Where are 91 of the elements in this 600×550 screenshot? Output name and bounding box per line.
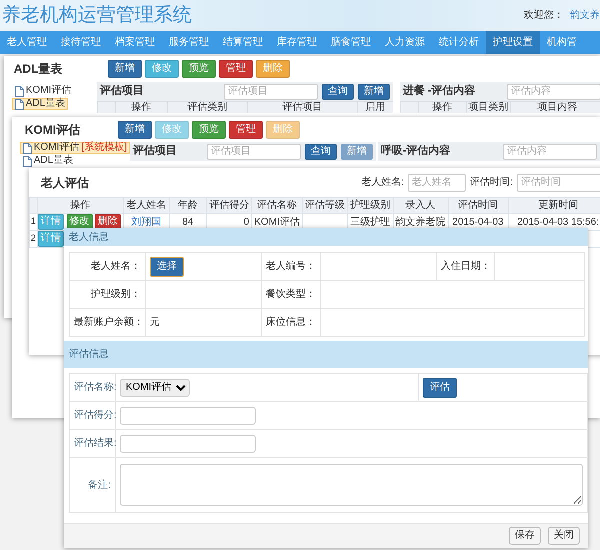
field-label: 最新账户余额： (70, 308, 146, 336)
dialog-button[interactable]: 关闭 (548, 527, 580, 545)
filter-label: 评估时间: (470, 176, 513, 190)
column-header: 操作 (38, 198, 124, 214)
select-button[interactable]: 选择 (150, 256, 184, 276)
column-header: 评估等级 (302, 198, 348, 214)
welcome-label: 欢迎您： (524, 8, 564, 23)
toolbar-button[interactable]: 新增 (118, 120, 152, 138)
column-header: 录入人 (393, 198, 448, 214)
nav-tab[interactable]: 人力资源 (378, 31, 432, 54)
nav-tab[interactable]: 接待管理 (54, 31, 108, 54)
tree-label: KOMI评估 (34, 143, 80, 153)
dialog-button[interactable]: 保存 (509, 527, 541, 545)
tree-item[interactable]: KOMI评估 (12, 85, 75, 97)
column-header: 年龄 (169, 198, 207, 214)
field-label: 护理级别： (70, 280, 146, 308)
field-label: 评估名称: (70, 374, 116, 402)
column-header: 评估类别 (167, 102, 247, 113)
action-button[interactable]: 新增 (358, 84, 390, 100)
document-icon (23, 142, 32, 154)
tree-label: KOMI评估 (26, 86, 72, 96)
nav-tab[interactable]: 护理设置 (486, 31, 540, 54)
column-header: 评估名称 (252, 198, 302, 214)
column-header: 护理级别 (347, 198, 394, 214)
row-action-button[interactable]: 详情 (38, 214, 64, 230)
section-title: 评估项目 (100, 84, 144, 100)
panel-title: KOMI评估 (25, 122, 82, 138)
column-header: 操作 (418, 102, 466, 113)
filter-label: 老人姓名: (361, 176, 404, 190)
toolbar-button[interactable]: 新增 (108, 60, 142, 78)
row-action-button[interactable]: 详情 (38, 231, 64, 247)
search-field[interactable]: 评估项目 (207, 144, 301, 160)
tree-item[interactable]: KOMI评估 [系統模板] (20, 142, 130, 154)
toolbar-button[interactable]: 删除 (256, 60, 290, 78)
document-icon (15, 98, 24, 110)
nav-tab[interactable]: 库存管理 (270, 31, 324, 54)
field-label: 老人编号： (262, 252, 320, 280)
toolbar-button[interactable]: 管理 (219, 60, 253, 78)
action-button[interactable]: 查询 (305, 144, 337, 160)
document-icon (15, 86, 24, 96)
nav-tab[interactable]: 档案管理 (108, 31, 162, 54)
action-button[interactable]: 查询 (322, 84, 354, 100)
column-header: 项目类别 (466, 102, 510, 113)
column-header: 评估时间 (448, 198, 508, 214)
tree-label: ADL量表 (26, 99, 66, 109)
nav-tab[interactable]: 老人管理 (0, 31, 54, 54)
toolbar-button[interactable]: 管理 (229, 120, 263, 138)
section-title: 评估项目 (133, 144, 177, 160)
column-header: 更新时间 (508, 198, 600, 214)
field-label: 备注: (70, 458, 116, 512)
template-tag: [系統模板] (82, 143, 128, 153)
panel-title: ADL量表 (14, 61, 64, 78)
assessment-select[interactable]: KOMI评估 (120, 378, 190, 396)
user-name[interactable]: 韵文养 (570, 8, 600, 23)
filter-field[interactable]: 评估时间 (517, 174, 600, 192)
tree-item[interactable]: ADL量表 (12, 98, 68, 110)
nav-tab[interactable]: 机构管 (540, 31, 584, 54)
section-title: 进餐 -评估内容 (403, 84, 476, 100)
score-field[interactable] (120, 406, 256, 424)
nav-tab[interactable]: 统计分析 (432, 31, 486, 54)
remark-field[interactable] (120, 464, 583, 506)
search-field[interactable]: 评估项目 (224, 84, 318, 100)
toolbar-button[interactable]: 预览 (182, 60, 216, 78)
search-field[interactable]: 评估内容 (507, 84, 600, 100)
field-label: 床位信息： (262, 308, 320, 336)
nav-tab[interactable]: 膳食管理 (324, 31, 378, 54)
column-header: 老人姓名 (124, 198, 170, 214)
field-label: 餐饮类型： (262, 280, 320, 308)
field-value: 元 (146, 308, 262, 336)
filter-field[interactable]: 老人姓名 (408, 174, 466, 192)
section-header: 评估信息 (64, 341, 588, 368)
section-header: 老人信息 (64, 228, 588, 246)
nav-tab[interactable]: 结算管理 (216, 31, 270, 54)
column-header: 操作 (115, 102, 167, 113)
section-title: 呼吸-评估内容 (381, 144, 451, 160)
tree-label: ADL量表 (34, 156, 74, 166)
column-header: 评估得分 (206, 198, 252, 214)
field-label: 入住日期： (436, 252, 494, 280)
field-label: 评估结果: (70, 430, 116, 458)
tree-item[interactable]: ADL量表 (20, 155, 76, 167)
toolbar-button[interactable]: 预览 (192, 120, 226, 138)
result-field[interactable] (120, 434, 256, 452)
field-label: 老人姓名： (70, 252, 146, 280)
evaluate-button[interactable]: 评估 (423, 378, 457, 398)
column-header: 评估项目 (247, 102, 357, 113)
search-field[interactable]: 评估内容 (503, 144, 597, 160)
panel-title: 老人评估 (41, 174, 89, 192)
field-label: 评估得分: (70, 402, 116, 430)
app-title: 养老机构运营管理系统 (2, 6, 192, 25)
toolbar-button[interactable]: 修改 (145, 60, 179, 78)
nav-tab[interactable]: 服务管理 (162, 31, 216, 54)
